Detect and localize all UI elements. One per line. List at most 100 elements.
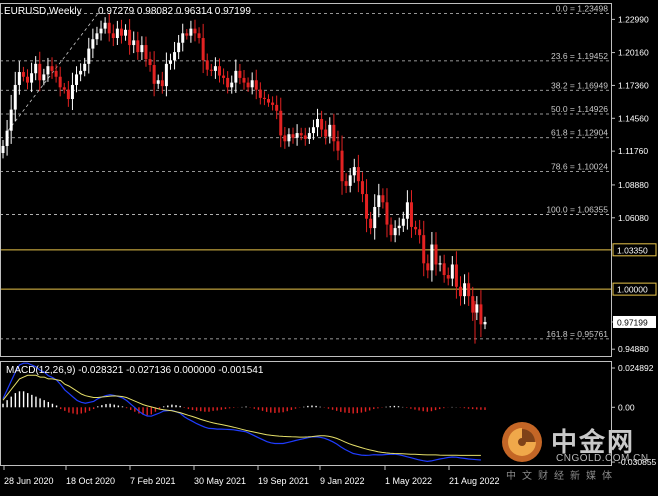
fib-label: 23.6 = 1.19452 <box>551 51 608 61</box>
candle-body <box>348 175 352 186</box>
candle-body <box>442 263 446 276</box>
candle-body <box>66 89 70 100</box>
time-tick-label: 21 Aug 2022 <box>449 476 500 486</box>
candle-body <box>38 63 42 81</box>
candle-body <box>140 45 144 53</box>
chart-canvas[interactable]: 0.0 = 1.23498 23.6 = 1.19452 38.2 = 1.1694… <box>0 0 658 491</box>
watermark-brand-en: CNGOLD.COM.CN <box>556 453 649 464</box>
candle-body <box>336 141 340 151</box>
candle-body <box>103 22 107 29</box>
price-tick-label: 0.94880 <box>618 344 649 354</box>
candle-body <box>79 70 83 75</box>
candle-body <box>262 97 266 100</box>
candle-body <box>467 283 471 297</box>
candle-body <box>168 60 172 64</box>
candle-body <box>377 195 381 207</box>
candle-body <box>111 33 115 39</box>
candle-body <box>479 304 483 325</box>
price-tick-label: 1.14560 <box>618 113 649 123</box>
candle-body <box>164 63 168 87</box>
macd-tick-label: 0.024892 <box>618 363 654 373</box>
candle-body <box>271 102 275 105</box>
candle-body <box>316 118 320 128</box>
time-tick-label: 18 Oct 2020 <box>66 476 115 486</box>
macd-title: MACD(12,26,9) -0.028321 -0.027136 0.0000… <box>6 365 264 376</box>
candle-body <box>13 84 17 110</box>
candle-body <box>414 226 418 230</box>
candle-body <box>238 70 242 78</box>
candle-body <box>95 33 99 40</box>
price-tick-label: 1.06080 <box>618 213 649 223</box>
candle-body <box>177 42 181 53</box>
candle-body <box>373 206 377 229</box>
candle-body <box>250 80 254 88</box>
candle-body <box>115 28 119 39</box>
candle-body <box>132 40 136 46</box>
candle-body <box>70 84 74 100</box>
candle-body <box>99 28 103 34</box>
candle-body <box>173 52 177 61</box>
candle-body <box>128 29 132 46</box>
candle-body <box>446 275 450 279</box>
candle-body <box>356 167 360 182</box>
price-tick-label: 1.17360 <box>618 80 649 90</box>
candle-body <box>181 33 185 43</box>
candle-body <box>352 167 356 176</box>
candle-body <box>30 73 34 83</box>
candle-body <box>422 235 426 264</box>
candle-body <box>185 33 189 36</box>
candle-body <box>5 130 9 146</box>
candle-body <box>401 218 405 226</box>
time-tick-label: 9 Jan 2022 <box>320 476 365 486</box>
fib-label: 61.8 = 1.12904 <box>551 128 608 138</box>
candle-body <box>148 59 152 66</box>
candle-body <box>234 70 238 83</box>
candle-body <box>307 133 311 139</box>
candle-body <box>213 66 217 71</box>
candle-body <box>418 229 422 236</box>
candle-body <box>9 109 13 131</box>
candle-body <box>54 70 58 77</box>
candle-body <box>287 134 291 142</box>
candle-body <box>311 127 315 134</box>
candle-body <box>365 194 369 219</box>
candle-body <box>242 77 246 83</box>
candle-body <box>283 135 287 142</box>
level-tag-label: 1.03350 <box>617 245 648 255</box>
candle-body <box>320 118 324 130</box>
candle-body <box>107 22 111 34</box>
watermark-slogan: 中文财经新媒体 <box>506 471 618 482</box>
candle-body <box>230 82 234 88</box>
time-tick-label: 19 Sep 2021 <box>258 476 309 486</box>
price-tick-label: 1.20160 <box>618 48 649 58</box>
candle-body <box>393 228 397 236</box>
candle-body <box>26 76 30 83</box>
candle-body <box>226 77 230 88</box>
candle-body <box>42 74 46 81</box>
candle-body <box>434 244 438 265</box>
candle-body <box>75 74 79 85</box>
candle-body <box>397 225 401 229</box>
candle-body <box>438 263 442 265</box>
candle-body <box>87 48 91 64</box>
time-tick-label: 1 May 2022 <box>385 476 432 486</box>
candle-body <box>450 264 454 279</box>
price-tick-label: 1.08880 <box>618 180 649 190</box>
candle-body <box>458 286 462 297</box>
candle-body <box>21 72 25 77</box>
candle-body <box>344 181 348 186</box>
candle-body <box>91 39 95 49</box>
ohlc-readout: 0.97279 0.98082 0.96314 0.97199 <box>98 6 251 17</box>
candle-body <box>156 80 160 84</box>
candle-body <box>463 283 467 297</box>
price-tick-label: 1.22990 <box>618 14 649 24</box>
candle-body <box>340 150 344 182</box>
candle-body <box>303 135 307 139</box>
fib-label: 100.0 = 1.06355 <box>546 205 608 215</box>
candle-body <box>197 33 201 39</box>
macd-tick-label: 0.00 <box>618 402 635 412</box>
candle-body <box>258 89 262 98</box>
trading-chart-window[interactable]: 0.0 = 1.23498 23.6 = 1.19452 38.2 = 1.1694… <box>0 0 658 491</box>
time-tick-label: 7 Feb 2021 <box>130 476 176 486</box>
level-tag-label: 1.00000 <box>617 285 648 295</box>
